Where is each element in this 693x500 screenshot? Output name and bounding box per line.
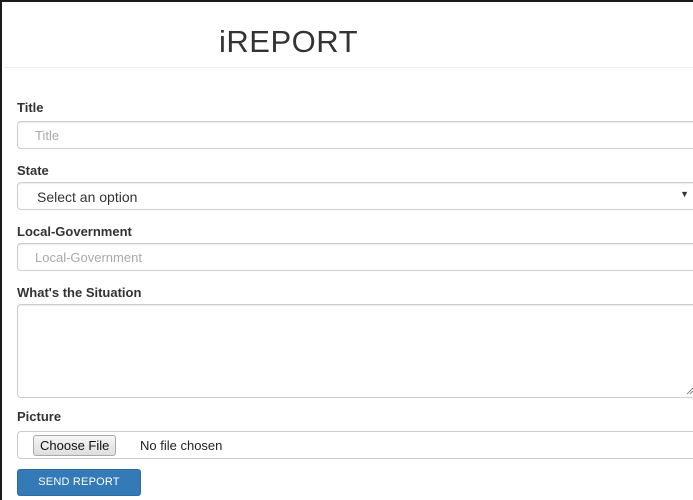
file-status-text: No file chosen [140,438,223,453]
app-title: iREPORT [219,24,359,59]
title-label: Title [17,100,44,115]
state-selected-value: Select an option [37,189,138,205]
choose-file-button[interactable]: Choose File [33,435,117,456]
page-header: iREPORT [4,4,693,68]
title-input[interactable]: Title [17,121,693,149]
chevron-down-icon: ▼ [680,189,689,199]
picture-label: Picture [17,409,62,424]
picture-file-input: Choose File No file chosen [17,431,693,459]
report-form-page: iREPORT Title Title State Select an opti… [0,0,693,500]
state-select[interactable]: Select an option ▼ [17,182,693,210]
resize-grip-icon[interactable] [686,387,693,395]
title-placeholder: Title [35,128,60,143]
state-label: State [17,163,49,178]
situation-label: What's the Situation [17,285,142,300]
local-government-placeholder: Local-Government [35,250,142,265]
local-government-label: Local-Government [17,224,132,239]
situation-textarea[interactable] [17,304,693,398]
local-government-input[interactable]: Local-Government [17,243,693,271]
send-report-button[interactable]: SEND REPORT [17,469,141,496]
